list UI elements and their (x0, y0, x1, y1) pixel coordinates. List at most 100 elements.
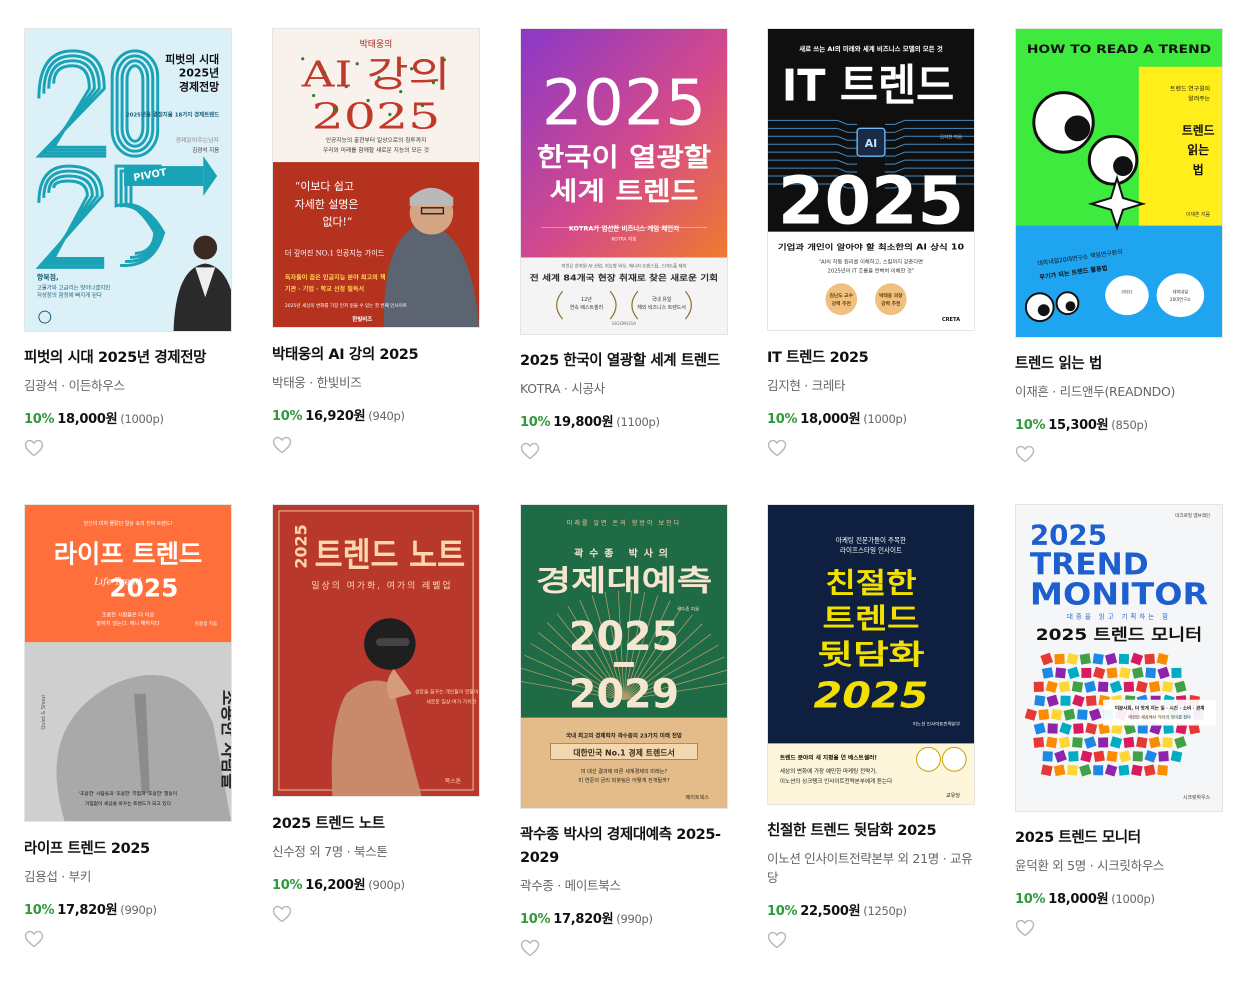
svg-text:기업과 개인이 알아야 할 최소한의 AI 상식 10: 기업과 개인이 알아야 할 최소한의 AI 상식 10 (778, 242, 964, 252)
svg-text:기관 · 기업 · 학교 선정 필독서: 기관 · 기업 · 학교 선정 필독서 (285, 285, 364, 293)
discount-rate: 10% (520, 415, 551, 430)
wishlist-heart-icon[interactable] (767, 931, 787, 949)
author-link[interactable]: 박태웅 (272, 375, 306, 390)
svg-text:당신이 미처 몰랐던 일상 속의 진짜 트렌드!: 당신이 미처 몰랐던 일상 속의 진짜 트렌드! (84, 520, 173, 527)
svg-text:한국이 열광할: 한국이 열광할 (537, 143, 712, 173)
wishlist-heart-icon[interactable] (520, 442, 540, 460)
book-card: 미래를 알면 돈의 향방이 보인다 곽수종 박사의 경제대예측 2025 2029 곽수종… (520, 504, 736, 957)
svg-text:트렌드 노트: 트렌드 노트 (315, 536, 466, 575)
book-title-link[interactable]: 곽수종 박사의 경제대예측 2025-2029 (520, 824, 736, 870)
svg-text:2025: 2025 (778, 164, 964, 240)
discount-rate: 10% (767, 904, 798, 919)
publisher-link[interactable]: 메이트북스 (565, 878, 621, 893)
publisher-link[interactable]: 북스톤 (354, 844, 388, 859)
reward-points: (1250p) (863, 904, 907, 918)
it-trend-book-cover[interactable]: 새로 쓰는 AI의 미래와 세계 비즈니스 모델의 모든 것 IT 트렌드 AI 김지… (767, 28, 975, 331)
author-link[interactable]: 김광석 (24, 378, 58, 393)
book-title-link[interactable]: 2025 한국이 열광할 세계 트렌드 (520, 350, 752, 373)
svg-text:2025년의 IT 흐름을 완벽히 이해한 것”: 2025년의 IT 흐름을 완벽히 이해한 것” (827, 266, 914, 274)
author-link[interactable]: 곽수종 (520, 878, 554, 893)
price-row: 10% 18,000원 (1000p) (24, 408, 256, 427)
svg-text:MONITOR: MONITOR (1030, 577, 1208, 612)
book-title-link[interactable]: 2025 트렌드 모니터 (1015, 827, 1247, 850)
wishlist-heart-icon[interactable] (520, 939, 540, 957)
life-trend-book-cover[interactable]: 당신이 미처 몰랐던 일상 속의 진짜 트렌드! 라이프 트렌드 Life Tren… (24, 504, 232, 822)
book-title-link[interactable]: 트렌드 읽는 법 (1015, 353, 1247, 376)
trend-monitor-book-cover[interactable]: 마크로밀 엠브레인 2025 TREND MONITOR 대중을 읽고 기획하는 힘 20… (1015, 504, 1223, 812)
price-row: 10% 18,000원 (1000p) (767, 408, 999, 427)
svg-text:KOTRA 지음: KOTRA 지음 (612, 236, 637, 243)
wishlist-heart-icon[interactable] (272, 905, 292, 923)
publisher-link[interactable]: 시크릿하우스 (1097, 858, 1165, 873)
publisher-link[interactable]: 크레타 (812, 378, 846, 393)
book-meta: 이재흔 · 리드앤두(READNDO) (1015, 384, 1176, 399)
publisher-link[interactable]: 한빛비즈 (317, 375, 362, 390)
discount-rate: 10% (24, 412, 55, 427)
publisher-link[interactable]: 시공사 (571, 381, 605, 396)
wishlist-heart-icon[interactable] (272, 436, 292, 454)
author-link[interactable]: 김용섭 (24, 869, 58, 884)
svg-text:우리와 미래를 함께할 새로운 지능의 모든 것: 우리와 미래를 함께할 새로운 지능의 모든 것 (323, 146, 429, 154)
svg-text:성장을 꿈꾸는 개인들이 만들어가는: 성장을 꿈꾸는 개인들이 만들어가는 (415, 689, 479, 696)
svg-text:연속 베스트셀러: 연속 베스트셀러 (570, 304, 603, 311)
wishlist-heart-icon[interactable] (1015, 919, 1035, 937)
svg-text:김난도 교수: 김난도 교수 (830, 292, 854, 299)
currency-unit: 원 (848, 904, 861, 919)
currency-unit: 원 (105, 412, 118, 427)
price-row: 10% 16,920원 (940p) (272, 405, 504, 424)
price-row: 10% 17,820원 (990p) (520, 908, 736, 927)
svg-text:말하지 않는다. 애니 해하지다: 말하지 않는다. 애니 해하지다 (96, 619, 159, 627)
reward-points: (1000p) (120, 412, 164, 426)
publisher-link[interactable]: 리드앤두(READNDO) (1060, 384, 1176, 399)
price-row: 10% 16,200원 (900p) (272, 874, 504, 893)
author-link[interactable]: 신수정 외 7명 (272, 844, 343, 859)
trend-gossip-book-cover[interactable]: 마케팅 전문가들이 주목한 라이프스타일 인사이트 친절한 트렌드 뒷담화 2025 이노션… (767, 504, 975, 805)
wishlist-heart-icon[interactable] (24, 930, 44, 948)
trend-reading-book-cover[interactable]: HOW TO READ A TREND 트렌드 연구원이 알려주는 트렌드 읽는 법 이재흔… (1015, 28, 1223, 338)
svg-text:트렌드: 트렌드 (1182, 123, 1215, 137)
book-title-link[interactable]: 라이프 트렌드 2025 (24, 838, 256, 861)
svg-text:전 세계 84개국 현장 취재로 찾은 새로운 기회: 전 세계 84개국 현장 취재로 찾은 새로운 기회 (530, 272, 718, 282)
svg-text:2025: 2025 (542, 65, 706, 139)
svg-text:트렌드: 트렌드 (822, 602, 919, 635)
author-link[interactable]: 이재흔 (1015, 384, 1049, 399)
currency-unit: 원 (848, 412, 861, 427)
book-title-link[interactable]: 2025 트렌드 노트 (272, 813, 504, 836)
publisher-link[interactable]: 부키 (69, 869, 92, 884)
reward-points: (990p) (616, 912, 653, 926)
wishlist-heart-icon[interactable] (1015, 445, 1035, 463)
book-title-link[interactable]: 피벗의 시대 2025년 경제전망 (24, 347, 256, 370)
svg-text:2029: 2029 (569, 672, 679, 718)
svg-text:피벗의 시대: 피벗의 시대 (165, 52, 219, 66)
svg-text:김광석 지음: 김광석 지음 (192, 146, 219, 154)
author-link[interactable]: 김지현 (767, 378, 801, 393)
author-link[interactable]: KOTRA (520, 381, 561, 396)
svg-text:2025: 2025 (312, 96, 441, 137)
price-row: 10% 19,800원 (1100p) (520, 411, 752, 430)
trend-note-book-cover[interactable]: 2025 트렌드 노트 일상의 여가화, 여가의 레벨업 성장을 꿈꾸는 개인들이 만… (272, 504, 480, 797)
svg-text:트렌드 분야의 새 지평을 연 베스트셀러!: 트렌드 분야의 새 지평을 연 베스트셀러! (780, 753, 877, 761)
currency-unit: 원 (1096, 418, 1109, 433)
wishlist-heart-icon[interactable] (24, 439, 44, 457)
author-link[interactable]: 윤덕환 외 5명 (1015, 858, 1086, 873)
sale-price: 18,000 (1048, 892, 1097, 907)
book-title-link[interactable]: 친절한 트렌드 뒷담화 2025 (767, 820, 983, 843)
svg-text:미 대선 결과에 따른 세계경제의 미래는?: 미 대선 결과에 따른 세계경제의 미래는? (581, 767, 668, 775)
svg-text:라이프스타일 인사이트: 라이프스타일 인사이트 (840, 546, 902, 555)
publisher-link[interactable]: 이든하우스 (69, 378, 125, 393)
book-title-link[interactable]: 박태웅의 AI 강의 2025 (272, 344, 504, 367)
world-trend-book-cover[interactable]: 2025 한국이 열광할 세계 트렌드 KOTRA가 엄선한 비즈니스 게임 체인저 K… (520, 28, 728, 335)
svg-text:김용섭 지음: 김용섭 지음 (195, 620, 217, 627)
svg-text:대중을 읽고 기획하는 힘: 대중을 읽고 기획하는 힘 (1067, 611, 1171, 620)
svg-text:저성장의 함정에 빠지게 된다: 저성장의 함정에 빠지게 된다 (37, 291, 102, 299)
book-title-link[interactable]: IT 트렌드 2025 (767, 347, 999, 370)
economic-forecast-book-cover[interactable]: 미래를 알면 돈의 향방이 보인다 곽수종 박사의 경제대예측 2025 2029 곽수종… (520, 504, 728, 809)
pivot-book-cover[interactable]: PIVOT 피벗의 시대 2025년 경제전망 2025년을 결정지을 18가지 경제트… (24, 28, 232, 332)
svg-text:대학내일: 대학내일 (1173, 288, 1189, 295)
ai-lecture-book-cover[interactable]: 박태웅의 AI 강의 2025 인공지능의 출현부터 일상으로의 침투까지 우리와 미래… (272, 28, 480, 328)
svg-text:세계 트렌드: 세계 트렌드 (550, 177, 699, 207)
author-link[interactable]: 이노션 인사이트전략본부 외 21명 (767, 851, 939, 866)
svg-text:미래를 알면 돈의 향방이 보인다: 미래를 알면 돈의 향방이 보인다 (567, 519, 682, 527)
wishlist-heart-icon[interactable] (767, 439, 787, 457)
sale-price: 16,920 (305, 409, 354, 424)
